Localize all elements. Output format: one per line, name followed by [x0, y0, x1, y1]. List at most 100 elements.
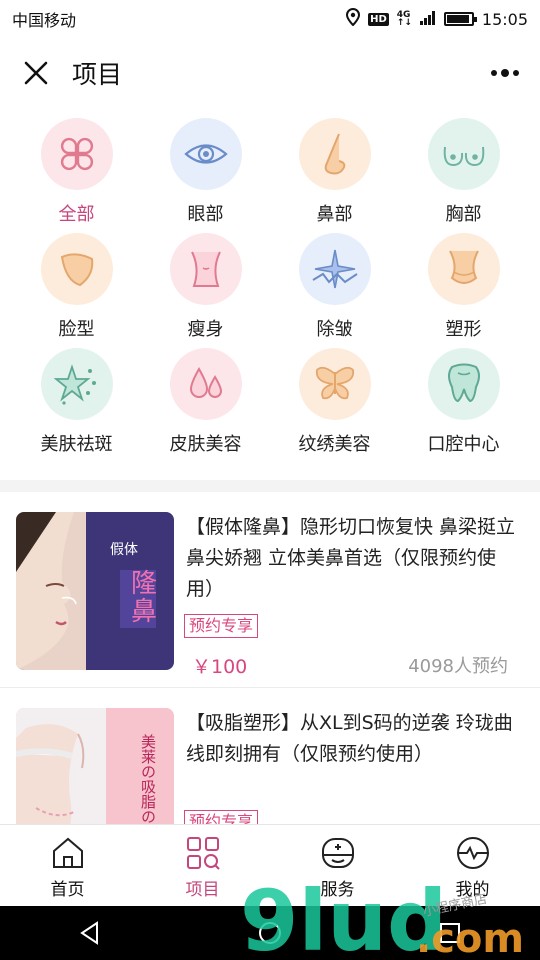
thumb-text: 假体 [110, 542, 138, 558]
category-nose[interactable]: 鼻部 [270, 118, 399, 233]
skin-sparkle-icon [53, 364, 96, 405]
reservation-badge: 预约专享 [184, 614, 259, 638]
tab-label: 我的 [455, 880, 490, 900]
category-slimming[interactable]: 瘦身 [141, 233, 270, 348]
category-label: 纹绣美容 [298, 434, 371, 455]
category-icon-circle [169, 118, 242, 190]
network-indicator: 4G ↑↓ [396, 11, 412, 28]
eye-icon [183, 144, 228, 164]
home-circle-icon[interactable] [257, 920, 283, 946]
category-icon-circle [40, 348, 113, 420]
product-thumbnail: 美莱の吸脂の塑 [16, 708, 174, 824]
tab-label: 首页 [50, 880, 85, 900]
category-icon-circle [427, 118, 500, 190]
product-card[interactable]: 假体 隆 鼻 【假体隆鼻】隐形切口恢复快 鼻梁挺立鼻尖娇翘 立体美鼻首选（仅限预… [0, 492, 540, 688]
tab-service[interactable]: 服务 [270, 825, 405, 906]
category-icon-circle [298, 233, 371, 305]
tab-projects[interactable]: 项目 [135, 825, 270, 906]
product-price: ￥100 [192, 656, 248, 678]
nose-icon [324, 133, 345, 175]
category-eye[interactable]: 眼部 [141, 118, 270, 233]
wrinkle-sparkle-icon [311, 249, 358, 289]
category-wrinkle[interactable]: 除皱 [270, 233, 399, 348]
signal-icon [419, 10, 436, 29]
product-title: 【假体隆鼻】隐形切口恢复快 鼻梁挺立鼻尖娇翘 立体美鼻首选（仅限预约使用） [186, 516, 516, 600]
category-skin-beauty[interactable]: 皮肤美容 [141, 348, 270, 463]
tab-mine[interactable]: 我的 [405, 825, 540, 906]
category-dental[interactable]: 口腔中心 [399, 348, 528, 463]
system-nav-bar [0, 906, 540, 960]
page-title: 项目 [72, 60, 123, 89]
category-label: 眼部 [187, 204, 224, 225]
category-icon-circle [298, 348, 371, 420]
product-thumbnail: 假体 隆 鼻 [16, 512, 174, 670]
product-list: 假体 隆 鼻 【假体隆鼻】隐形切口恢复快 鼻梁挺立鼻尖娇翘 立体美鼻首选（仅限预… [0, 492, 540, 824]
category-label: 胸部 [445, 204, 482, 225]
category-icon-circle [427, 233, 500, 305]
battery-icon [443, 12, 477, 26]
thumb-text: 美莱の吸脂の塑 [139, 734, 157, 824]
grid-quatrefoil-icon [60, 137, 93, 171]
network-arrows: ↑↓ [396, 18, 412, 28]
category-icon-circle [40, 118, 113, 190]
status-icons: HD 4G ↑↓ 15:05 [346, 7, 528, 30]
more-dot-icon [513, 70, 519, 76]
category-skin-spot[interactable]: 美肤祛斑 [12, 348, 141, 463]
category-label: 美肤祛斑 [40, 434, 113, 455]
category-contour[interactable]: 塑形 [399, 233, 528, 348]
tooth-icon [447, 363, 480, 403]
category-grid: 全部 眼部 鼻部 胸部 脸型 瘦身 除皱 塑形 美肤祛斑 皮肤美容 纹绣美容 口… [0, 118, 540, 463]
category-label: 塑形 [445, 319, 482, 340]
thumb-text: 隆 [131, 569, 157, 599]
more-dot-icon [501, 69, 509, 77]
thumb-text: 鼻 [131, 597, 157, 627]
category-icon-circle [169, 348, 242, 420]
tab-home[interactable]: 首页 [0, 825, 135, 906]
category-embroidery[interactable]: 纹绣美容 [270, 348, 399, 463]
battery-level [446, 15, 469, 23]
tab-label: 服务 [320, 880, 355, 900]
category-label: 皮肤美容 [169, 434, 242, 455]
product-card[interactable]: 美莱の吸脂の塑 【吸脂塑形】从XL到S码的逆袭 玲珑曲线即刻拥有（仅限预约使用）… [0, 688, 540, 824]
category-label: 全部 [58, 204, 95, 225]
close-button[interactable] [0, 38, 72, 108]
waist-icon [190, 251, 221, 287]
home-icon [52, 837, 83, 868]
face-shape-icon [60, 253, 93, 287]
page-header: 项目 [0, 38, 540, 108]
category-icon-circle [40, 233, 113, 305]
recents-icon[interactable] [437, 920, 463, 946]
booking-count: 4098人预约 [408, 656, 508, 677]
water-drops-icon [189, 366, 222, 398]
tab-label: 项目 [185, 880, 220, 900]
category-label: 除皱 [316, 319, 353, 340]
bottom-tab-bar: 首页 项目 服务 我的 [0, 824, 540, 906]
more-button[interactable] [488, 60, 522, 86]
category-icon-circle [298, 118, 371, 190]
category-label: 瘦身 [187, 319, 224, 340]
status-bar: 中国移动 HD 4G ↑↓ 15:05 [0, 0, 540, 38]
profile-pulse-icon [456, 837, 489, 869]
body-contour-icon [448, 250, 479, 284]
grid-search-icon [186, 837, 220, 870]
location-icon [346, 7, 361, 30]
close-icon [24, 61, 48, 85]
service-face-icon [321, 838, 354, 868]
screen: 中国移动 HD 4G ↑↓ 15:05 项目 全部 眼部 鼻部 胸部 脸型 瘦身… [0, 0, 540, 960]
product-title: 【吸脂塑形】从XL到S码的逆袭 玲珑曲线即刻拥有（仅限预约使用） [186, 712, 513, 765]
category-chest[interactable]: 胸部 [399, 118, 528, 233]
section-divider [0, 480, 540, 492]
category-icon-circle [427, 348, 500, 420]
category-label: 鼻部 [316, 204, 353, 225]
back-icon[interactable] [77, 920, 103, 946]
clock: 15:05 [481, 9, 528, 29]
category-icon-circle [169, 233, 242, 305]
category-label: 脸型 [58, 319, 95, 340]
category-all[interactable]: 全部 [12, 118, 141, 233]
category-face[interactable]: 脸型 [12, 233, 141, 348]
butterfly-icon [315, 366, 354, 400]
reservation-badge: 预约专享 [184, 810, 259, 824]
category-label: 口腔中心 [427, 434, 500, 455]
carrier-label: 中国移动 [12, 11, 77, 30]
hd-badge: HD [368, 12, 389, 26]
